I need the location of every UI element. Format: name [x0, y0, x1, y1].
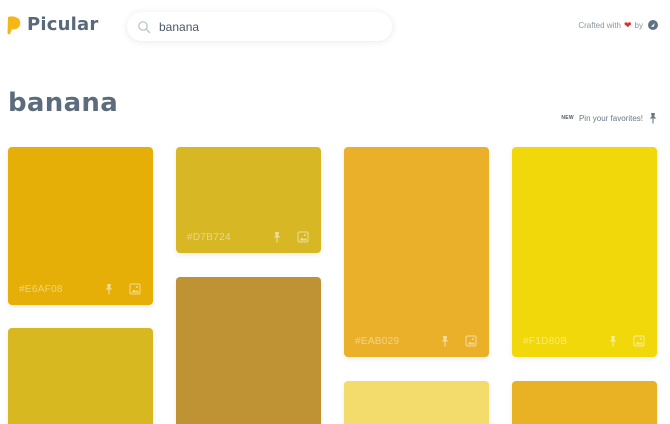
color-swatch[interactable]: #F1D80B: [512, 147, 657, 357]
pin-hint: NEW Pin your favorites!: [561, 112, 658, 124]
credit: Crafted with ❤ by: [578, 20, 658, 30]
heart-icon: ❤: [624, 19, 632, 30]
app-name: Picular: [27, 14, 99, 35]
color-swatch[interactable]: [176, 277, 321, 424]
swatch-hex-label[interactable]: #D7B724: [187, 232, 231, 243]
color-swatch[interactable]: #D7B724: [176, 147, 321, 253]
search-input[interactable]: [159, 19, 359, 34]
credit-suffix: by: [634, 20, 643, 30]
swatch-hex-label[interactable]: #E6AF08: [19, 284, 63, 295]
search-bar[interactable]: [127, 12, 392, 41]
image-icon[interactable]: [633, 335, 645, 347]
swatch-hex-label[interactable]: #EAB029: [355, 336, 399, 347]
color-swatch[interactable]: [512, 381, 657, 424]
pin-icon[interactable]: [271, 231, 283, 243]
header: Picular Crafted with ❤ by: [0, 0, 670, 54]
page-title: banana: [8, 88, 119, 118]
image-icon[interactable]: [297, 231, 309, 243]
swatch-hex-label[interactable]: #F1D80B: [523, 336, 567, 347]
image-icon[interactable]: [129, 283, 141, 295]
color-swatch[interactable]: #EAB029: [344, 147, 489, 357]
pin-hint-text: Pin your favorites!: [578, 113, 643, 123]
new-badge: NEW: [561, 115, 574, 121]
color-swatch[interactable]: #E6AF08: [8, 147, 153, 305]
logo[interactable]: Picular: [6, 14, 98, 35]
pin-icon[interactable]: [607, 335, 619, 347]
pin-icon: [648, 112, 658, 124]
color-swatch[interactable]: [8, 328, 153, 424]
color-swatch[interactable]: [344, 381, 489, 424]
search-icon: [137, 20, 151, 34]
pin-icon[interactable]: [439, 335, 451, 347]
author-avatar-icon[interactable]: [648, 20, 658, 30]
pin-icon[interactable]: [103, 283, 115, 295]
credit-prefix: Crafted with: [578, 20, 621, 30]
image-icon[interactable]: [465, 335, 477, 347]
picular-logo-icon: [6, 15, 22, 35]
